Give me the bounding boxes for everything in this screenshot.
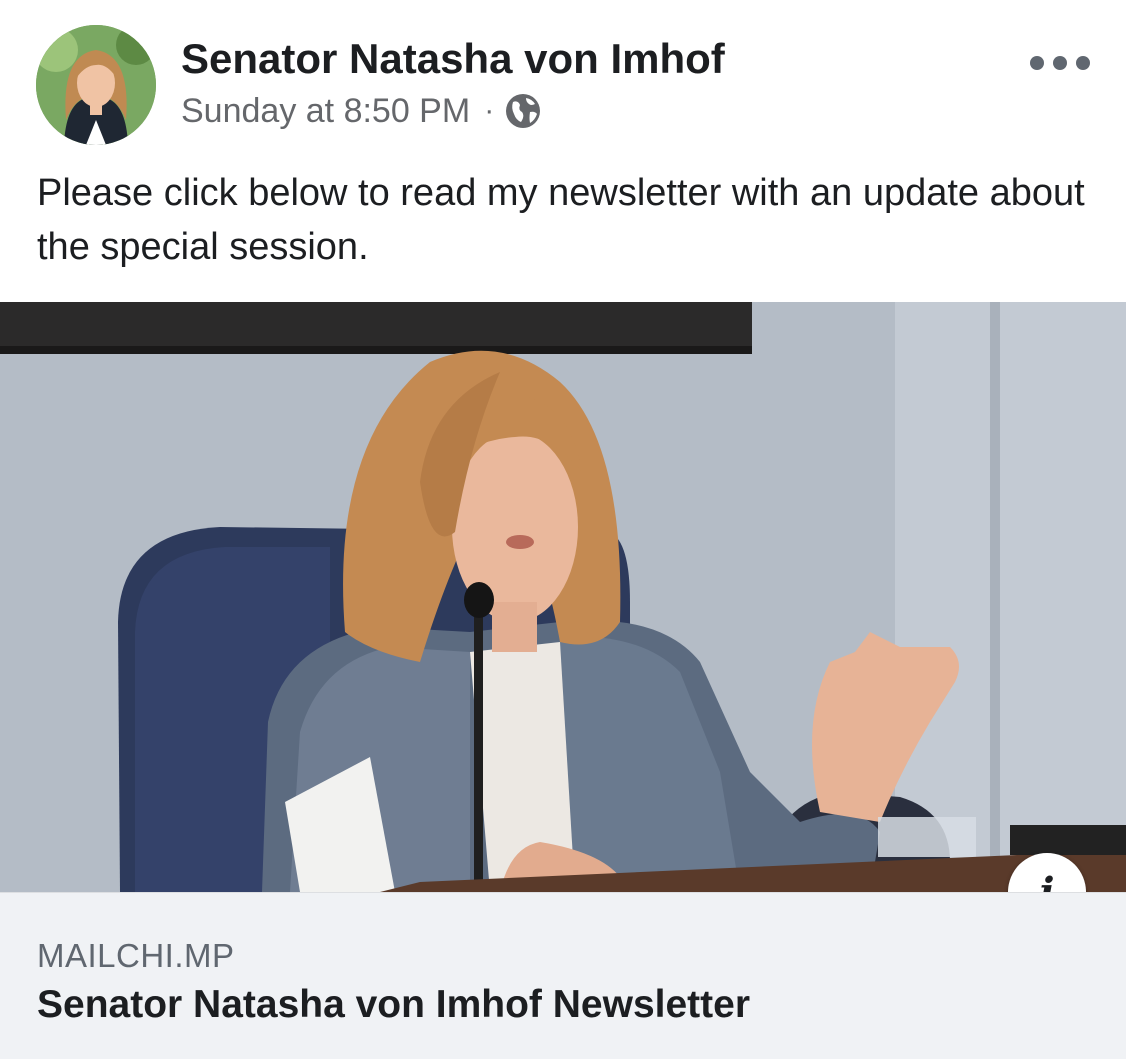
link-preview-photo bbox=[0, 302, 1126, 892]
link-preview-card[interactable]: i MAILCHI.MP Senator Natasha von Imhof N… bbox=[0, 302, 1126, 1059]
more-dot bbox=[1030, 56, 1044, 70]
meta-separator: · bbox=[484, 94, 495, 127]
avatar-photo bbox=[36, 25, 156, 145]
link-preview-image[interactable] bbox=[0, 302, 1126, 892]
post-header: Senator Natasha von Imhof Sunday at 8:50… bbox=[0, 0, 1126, 160]
author-name[interactable]: Senator Natasha von Imhof bbox=[181, 34, 725, 84]
post-timestamp[interactable]: Sunday at 8:50 PM bbox=[181, 92, 470, 131]
link-domain: MAILCHI.MP bbox=[37, 937, 235, 974]
globe-icon bbox=[504, 92, 542, 130]
facebook-post: Senator Natasha von Imhof Sunday at 8:50… bbox=[0, 0, 1126, 1059]
more-dot bbox=[1076, 56, 1090, 70]
link-preview-footer[interactable]: MAILCHI.MP Senator Natasha von Imhof New… bbox=[0, 892, 1126, 1059]
post-meta: Sunday at 8:50 PM · bbox=[181, 88, 542, 134]
link-title[interactable]: Senator Natasha von Imhof Newsletter bbox=[37, 983, 750, 1027]
more-dot bbox=[1053, 56, 1067, 70]
author-avatar[interactable] bbox=[36, 25, 156, 145]
more-options-button[interactable] bbox=[1030, 46, 1090, 80]
post-text: Please click below to read my newsletter… bbox=[37, 172, 1085, 268]
